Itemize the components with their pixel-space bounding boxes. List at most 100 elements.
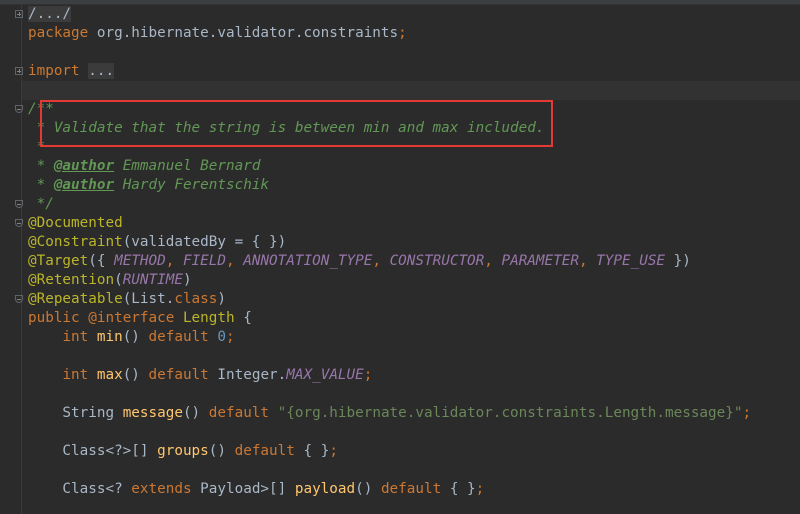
code-token: int bbox=[62, 367, 97, 383]
code-token: @Documented bbox=[28, 215, 123, 231]
code-line[interactable]: */ bbox=[28, 195, 751, 214]
fold-collapse-icon[interactable] bbox=[15, 295, 23, 303]
fold-expand-icon[interactable] bbox=[15, 10, 23, 18]
fold-collapse-icon[interactable] bbox=[15, 200, 23, 208]
code-token: () bbox=[122, 329, 149, 345]
code-token: MAX_VALUE bbox=[286, 367, 364, 383]
code-token: METHOD bbox=[114, 253, 166, 269]
code-token: Integer. bbox=[217, 367, 287, 383]
code-token: class bbox=[174, 291, 218, 307]
code-token: default bbox=[380, 481, 450, 497]
code-token: ; bbox=[226, 329, 235, 345]
code-token: { } bbox=[303, 443, 330, 459]
code-token: @Repeatable bbox=[28, 291, 123, 307]
code-line[interactable]: package org.hibernate.validator.constrai… bbox=[28, 24, 751, 43]
code-token: ( bbox=[114, 272, 123, 288]
code-token: () bbox=[182, 405, 209, 421]
code-token: ; bbox=[475, 481, 485, 497]
code-token: () bbox=[208, 443, 235, 459]
code-token: message bbox=[122, 405, 183, 421]
code-line[interactable] bbox=[28, 423, 751, 442]
code-token: (List. bbox=[122, 291, 175, 307]
code-token: 0 bbox=[217, 329, 227, 345]
code-token: ANNOTATION_TYPE bbox=[243, 253, 373, 269]
code-line[interactable] bbox=[28, 347, 751, 366]
folded-code-placeholder[interactable]: ... bbox=[88, 63, 115, 79]
code-token: , bbox=[372, 253, 390, 269]
code-token: Hardy Ferentschik bbox=[114, 177, 270, 193]
code-line[interactable]: public @interface Length { bbox=[28, 309, 751, 328]
code-token: @Constraint bbox=[28, 234, 123, 250]
code-token: default bbox=[148, 367, 218, 383]
code-line[interactable]: @Documented bbox=[28, 214, 751, 233]
code-token: ; bbox=[398, 25, 407, 41]
code-token: default bbox=[234, 443, 304, 459]
code-token: default bbox=[148, 329, 218, 345]
code-token: , bbox=[578, 253, 597, 269]
code-line[interactable]: Class<?>[] groups() default { }; bbox=[28, 442, 751, 461]
code-token: TYPE_USE bbox=[596, 253, 666, 269]
annotation-highlight-box bbox=[40, 100, 553, 147]
code-token: ; bbox=[742, 405, 752, 421]
code-editor[interactable]: /.../ package org.hibernate.validator.con… bbox=[28, 5, 751, 499]
code-token: , bbox=[484, 253, 502, 269]
code-line[interactable]: @Target({ METHOD, FIELD, ANNOTATION_TYPE… bbox=[28, 252, 751, 271]
fold-collapse-icon[interactable] bbox=[15, 105, 23, 113]
code-line[interactable] bbox=[28, 43, 751, 62]
code-token: groups bbox=[157, 443, 209, 459]
code-token: payload bbox=[294, 481, 356, 497]
code-line[interactable]: int min() default 0; bbox=[28, 328, 751, 347]
code-token: () bbox=[355, 481, 381, 497]
code-token: extends bbox=[131, 481, 201, 497]
code-token: Payload>[] bbox=[200, 481, 295, 497]
code-token: FIELD bbox=[182, 253, 227, 269]
code-line[interactable]: int max() default Integer.MAX_VALUE; bbox=[28, 366, 751, 385]
code-token: , bbox=[165, 253, 183, 269]
code-token: "{org.hibernate.validator.constraints.Le… bbox=[277, 405, 743, 421]
code-line[interactable]: Class<? extends Payload>[] payload() def… bbox=[28, 480, 751, 499]
code-token: @author bbox=[53, 177, 115, 193]
code-token: import bbox=[28, 63, 80, 79]
folded-code-placeholder[interactable]: /.../ bbox=[28, 6, 72, 22]
code-token: Length bbox=[182, 310, 235, 326]
code-token: * bbox=[28, 177, 54, 193]
code-token: org.hibernate.validator.constraints bbox=[88, 25, 399, 41]
code-line[interactable]: import ... bbox=[28, 62, 751, 81]
code-line[interactable]: @Constraint(validatedBy = { }) bbox=[28, 233, 751, 252]
code-line[interactable] bbox=[28, 385, 751, 404]
code-token: ; bbox=[329, 443, 338, 459]
code-line[interactable]: @Retention(RUNTIME) bbox=[28, 271, 751, 290]
code-token: PARAMETER bbox=[501, 253, 579, 269]
code-token: , bbox=[226, 253, 244, 269]
code-line[interactable]: * @author Emmanuel Bernard bbox=[28, 157, 751, 176]
code-token: Class<? bbox=[28, 481, 132, 497]
code-token: { bbox=[234, 310, 252, 326]
fold-collapse-icon[interactable] bbox=[15, 219, 23, 227]
code-line[interactable]: String message() default "{org.hibernate… bbox=[28, 404, 751, 423]
code-line[interactable] bbox=[28, 81, 751, 100]
code-token: @interface bbox=[88, 310, 183, 326]
code-token: @author bbox=[53, 158, 115, 174]
code-token: @Retention bbox=[28, 272, 115, 288]
editor-gutter[interactable] bbox=[0, 5, 23, 514]
code-token: public bbox=[28, 310, 89, 326]
code-line[interactable]: @Repeatable(List.class) bbox=[28, 290, 751, 309]
code-token: RUNTIME bbox=[122, 272, 183, 288]
code-token: Class<?>[] bbox=[28, 443, 158, 459]
code-token: default bbox=[208, 405, 278, 421]
code-line[interactable] bbox=[28, 461, 751, 480]
code-token: int bbox=[62, 329, 97, 345]
code-token: ; bbox=[363, 367, 373, 383]
fold-expand-icon[interactable] bbox=[15, 67, 23, 75]
code-line[interactable]: * @author Hardy Ferentschik bbox=[28, 176, 751, 195]
code-token: () bbox=[122, 367, 149, 383]
code-token: CONSTRUCTOR bbox=[389, 253, 485, 269]
code-token: min bbox=[96, 329, 123, 345]
code-token: }) bbox=[665, 253, 691, 269]
code-line[interactable]: /.../ bbox=[28, 5, 751, 24]
code-token: */ bbox=[28, 196, 54, 212]
code-token: max bbox=[96, 367, 123, 383]
